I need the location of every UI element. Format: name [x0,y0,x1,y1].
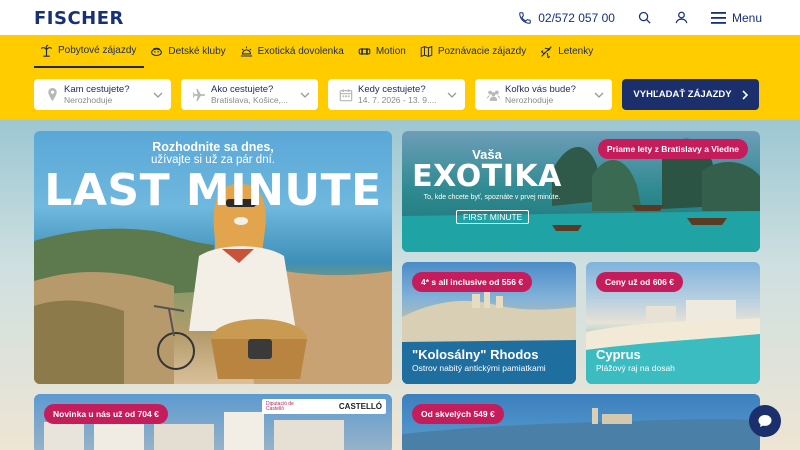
first-minute-tag: FIRST MINUTE [456,210,530,224]
tab-label: Pobytové zájazdy [58,45,137,56]
castello-card[interactable]: Novinka u nás už od 704 € Diputació de C… [34,394,392,450]
menu-label: Menu [731,10,762,25]
bottom-right-card[interactable]: Od skvelých 549 € [402,394,760,450]
map-icon [420,45,433,58]
category-tabs: Pobytové zájazdy Detské kluby Exotická d… [34,35,601,68]
phone-number: 02/572 057 00 [538,10,615,25]
last-minute-title: LAST MINUTE [44,165,382,216]
chat-button[interactable] [749,405,781,437]
cyprus-subtitle: Plážový raj na dosah [596,363,675,373]
transport-label: Ako cestujete? [211,83,274,95]
people-value: Nerozhoduje [505,94,554,105]
tab-letenky[interactable]: Letenky [534,35,601,68]
kids-icon [151,47,163,57]
chevron-right-icon [742,89,748,100]
top-header: FISCHER 02/572 057 00 Menu [0,0,800,35]
calendar-icon [334,88,358,102]
last-minute-banner[interactable]: Rozhodnite sa dnes, užívajte si už za pá… [34,131,392,384]
castello-badge: Novinka u nás už od 704 € [44,404,168,424]
tab-label: Detské kluby [168,46,226,57]
tab-poznavacie-zajazdy[interactable]: Poznávacie zájazdy [414,35,534,68]
diputacio-logo: Diputació de Castelló [266,400,294,412]
chevron-down-icon [149,92,167,98]
exotika-subtitle: To, kde chcete byť, spoznáte v prvej min… [423,194,561,201]
phone-icon [518,11,532,25]
rhodos-title: "Kolosálny" Rhodos [412,347,539,362]
exotika-banner[interactable]: Vaša EXOTIKA To, kde chcete byť, spoznát… [402,131,760,252]
plane-icon [540,46,552,58]
cyprus-card[interactable]: Ceny už od 606 € Cyprus Plážový raj na d… [586,262,760,384]
people-icon [481,88,505,102]
destination-label: Kam cestujete? [64,83,130,95]
cyprus-badge: Ceny už od 606 € [596,272,683,292]
dates-value: 14. 7. 2026 - 13. 9.... [358,94,437,105]
transport-field[interactable]: Ako cestujete? Bratislava, Košice,... [181,79,318,110]
rhodos-card[interactable]: 4* s all inclusive od 556 € "Kolosálny" … [402,262,576,384]
header-actions: 02/572 057 00 Menu [518,0,762,35]
castello-logo-text: CASTELLÓ [338,402,382,411]
castello-logo: Diputació de Castelló CASTELLÓ [262,399,386,414]
search-submit-button[interactable]: VYHĽADAŤ ZÁJAZDY [622,79,759,110]
search-submit-label: VYHĽADAŤ ZÁJAZDY [633,89,732,100]
phone-link[interactable]: 02/572 057 00 [518,11,615,25]
tab-exoticka-dovolenka[interactable]: Exotická dovolenka [234,35,352,68]
destination-value: Nerozhoduje [64,94,113,105]
people-label: Koľko vás bude? [505,83,576,95]
tab-label: Exotická dovolenka [257,46,344,57]
tab-pobytove-zajazdy[interactable]: Pobytové zájazdy [34,35,145,68]
sun-icon [240,46,252,57]
chevron-down-icon [443,92,461,98]
exotika-badge: Priame lety z Bratislavy a Viedne [597,139,748,159]
destination-field[interactable]: Kam cestujete? Nerozhoduje [34,79,171,110]
location-pin-icon [40,87,64,102]
tab-motion[interactable]: Motion [352,35,414,68]
airplane-icon [187,88,211,102]
palm-icon [40,44,53,57]
motion-icon [358,48,371,55]
cyprus-title: Cyprus [596,347,641,362]
rhodos-subtitle: Ostrov nabitý antickými pamiatkami [412,363,546,373]
chat-icon [758,415,772,427]
dates-label: Kedy cestujete? [358,83,426,95]
tab-label: Motion [375,46,406,57]
menu-button[interactable]: Menu [710,10,762,25]
fischer-logo[interactable]: FISCHER [34,8,124,29]
hamburger-icon [710,11,726,24]
bottom-right-badge: Od skvelých 549 € [412,404,504,424]
search-band: Pobytové zájazdy Detské kluby Exotická d… [0,35,800,120]
transport-value: Bratislava, Košice,... [211,94,289,105]
tab-detske-kluby[interactable]: Detské kluby [144,35,233,68]
user-icon[interactable] [674,10,689,25]
people-field[interactable]: Koľko vás bude? Nerozhoduje [475,79,612,110]
dates-field[interactable]: Kedy cestujete? 14. 7. 2026 - 13. 9.... [328,79,465,110]
tab-label: Letenky [558,46,594,57]
chevron-down-icon [296,92,314,98]
rhodos-badge: 4* s all inclusive od 556 € [412,272,533,292]
search-icon[interactable] [637,10,652,25]
tab-label: Poznávacie zájazdy [437,46,527,57]
exotika-title: EXOTIKA [412,159,562,194]
chevron-down-icon [590,92,608,98]
last-minute-line1: Rozhodnite sa dnes, [152,140,274,154]
